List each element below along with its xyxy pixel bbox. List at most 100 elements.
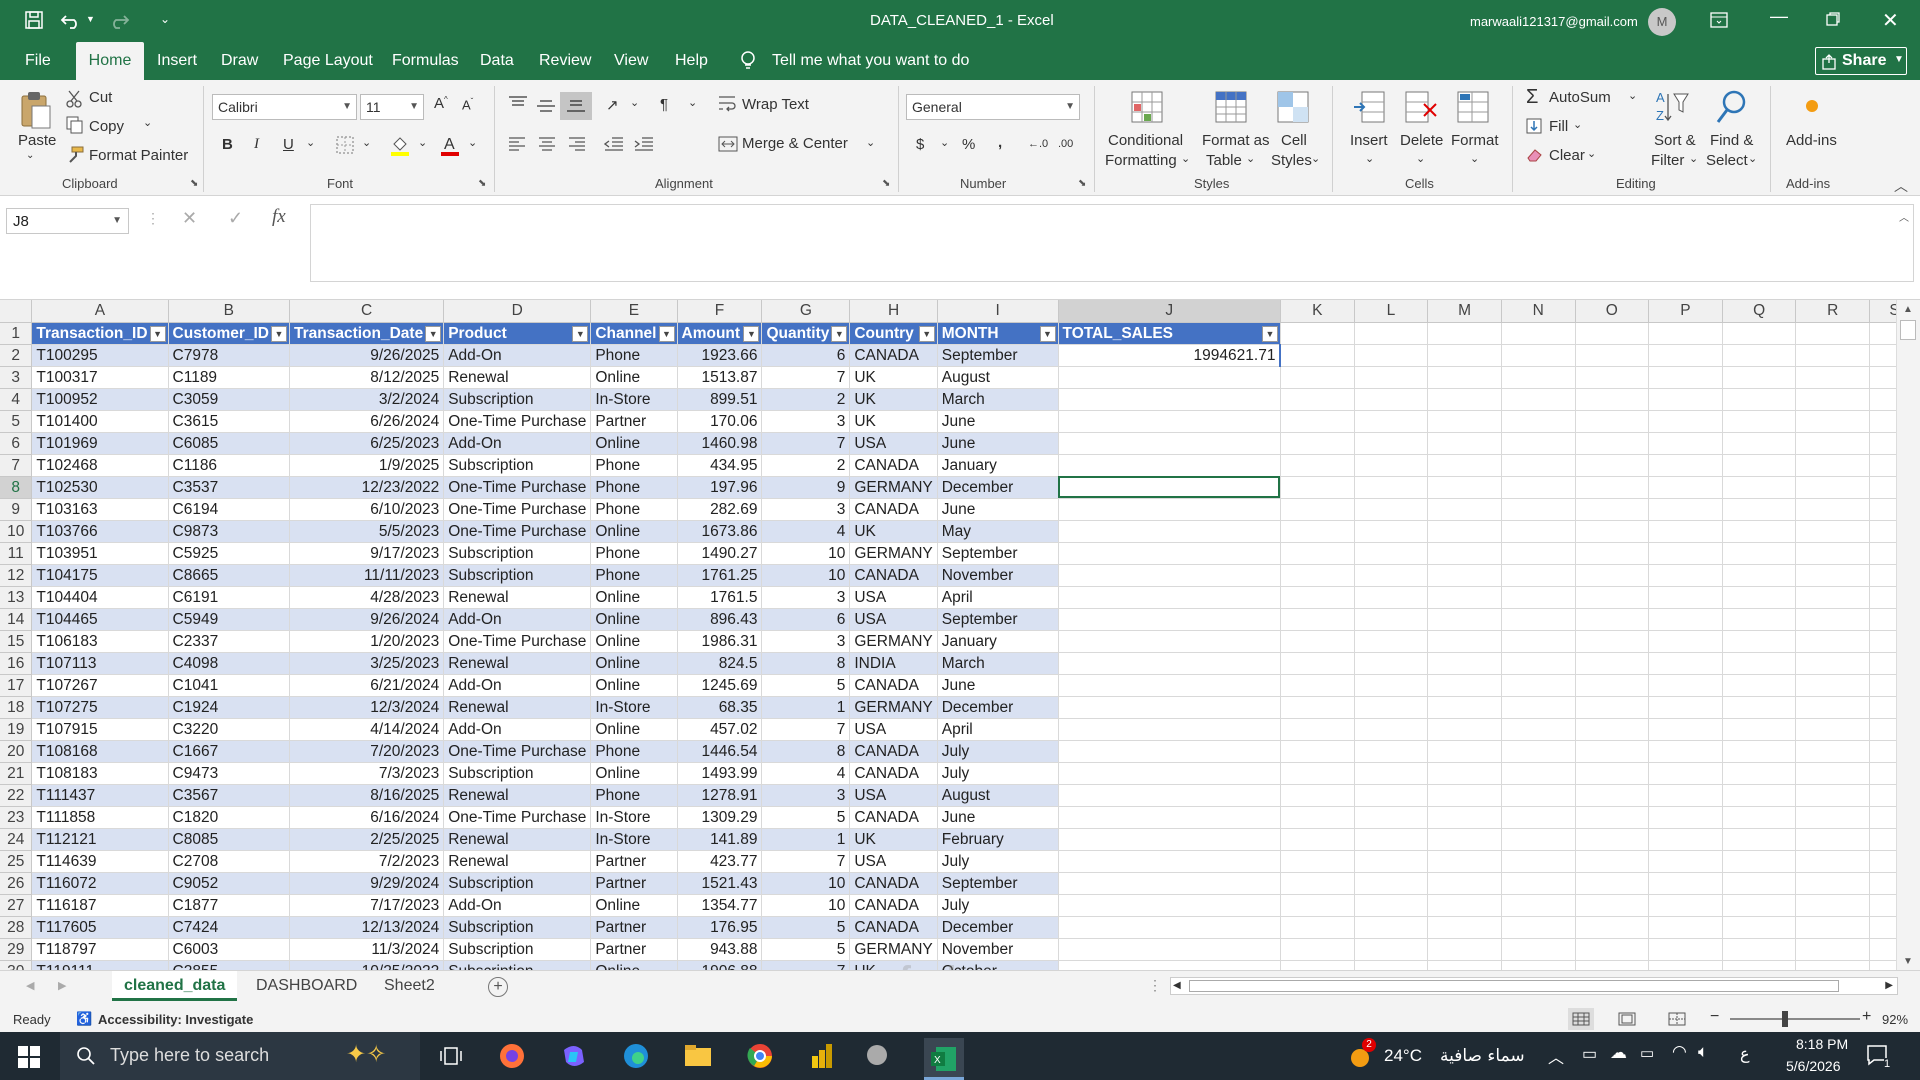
empty-cell[interactable] [1427, 476, 1502, 499]
table-cell[interactable]: 7 [761, 718, 851, 741]
empty-cell[interactable] [1648, 366, 1723, 389]
cell-styles-label-2[interactable]: Styles [1271, 152, 1312, 169]
table-cell[interactable]: 7 [761, 850, 851, 873]
tab-formulas[interactable]: Formulas [382, 42, 469, 80]
insert-cells-icon[interactable] [1352, 90, 1388, 126]
delete-cells-label[interactable]: Delete [1400, 132, 1443, 149]
scroll-down-icon[interactable]: ▼ [1903, 956, 1913, 967]
table-cell[interactable]: December [937, 916, 1059, 939]
select-all-corner[interactable] [0, 300, 33, 323]
empty-cell[interactable] [1648, 388, 1723, 411]
table-cell[interactable]: GERMANY [849, 542, 938, 565]
table-cell[interactable]: T103766 [31, 520, 169, 543]
empty-cell[interactable] [1354, 564, 1429, 587]
empty-cell[interactable] [1795, 366, 1871, 389]
scroll-right-icon[interactable]: ▶ [1885, 980, 1893, 991]
empty-cell[interactable] [1575, 542, 1650, 565]
prev-sheet-icon[interactable]: ◀ [26, 979, 34, 992]
empty-cell[interactable] [1795, 344, 1871, 367]
empty-cell[interactable] [1795, 322, 1871, 345]
empty-cell[interactable] [1722, 586, 1797, 609]
table-cell[interactable]: Online [590, 586, 678, 609]
firefox-icon[interactable] [498, 1042, 526, 1070]
empty-cell[interactable] [1722, 806, 1797, 829]
empty-cell[interactable] [1648, 806, 1723, 829]
conditional-formatting-label-2[interactable]: Formatting [1105, 152, 1177, 169]
empty-cell[interactable] [1575, 454, 1650, 477]
empty-cell[interactable] [1722, 322, 1797, 345]
table-cell[interactable]: May [937, 520, 1059, 543]
align-middle-icon[interactable] [536, 98, 556, 114]
table-cell[interactable]: One-Time Purchase [443, 806, 592, 829]
percent-icon[interactable]: % [962, 136, 975, 153]
empty-cell[interactable] [1795, 432, 1871, 455]
table-cell[interactable]: Renewal [443, 696, 592, 719]
empty-cell[interactable] [1722, 410, 1797, 433]
show-hidden-icons[interactable]: ︿ [1548, 1044, 1564, 1068]
empty-cell[interactable] [1648, 652, 1723, 675]
empty-cell[interactable] [1427, 630, 1502, 653]
row-header[interactable]: 29 [0, 938, 33, 961]
empty-cell[interactable] [1501, 938, 1576, 961]
empty-cell[interactable] [1722, 388, 1797, 411]
table-cell[interactable]: T118797 [31, 938, 169, 961]
table-cell[interactable]: 1354.77 [677, 894, 763, 917]
table-cell[interactable]: C7424 [168, 916, 291, 939]
empty-cell[interactable] [1501, 344, 1576, 367]
empty-cell[interactable] [1648, 938, 1723, 961]
empty-cell[interactable] [1354, 542, 1429, 565]
font-color-dropdown-icon[interactable]: ⌄ [468, 136, 477, 149]
total-sales-cell[interactable] [1058, 784, 1281, 807]
table-cell[interactable]: July [937, 850, 1059, 873]
font-color-icon[interactable]: A [440, 134, 460, 156]
empty-cell[interactable] [1427, 652, 1502, 675]
language-indicator[interactable]: ع [1740, 1044, 1750, 1064]
table-cell[interactable]: 2 [761, 388, 851, 411]
empty-cell[interactable] [1501, 718, 1576, 741]
onedrive-icon[interactable]: ☁ [1610, 1043, 1627, 1063]
filter-dropdown-icon[interactable]: ▼ [658, 325, 675, 342]
empty-cell[interactable] [1575, 608, 1650, 631]
empty-cell[interactable] [1501, 872, 1576, 895]
empty-cell[interactable] [1280, 586, 1355, 609]
empty-cell[interactable] [1648, 630, 1723, 653]
find-select-dropdown-icon[interactable]: ⌄ [1748, 152, 1757, 165]
empty-cell[interactable] [1575, 872, 1650, 895]
empty-cell[interactable] [1427, 850, 1502, 873]
zoom-slider[interactable] [1730, 1018, 1860, 1020]
row-header[interactable]: 4 [0, 388, 33, 411]
empty-cell[interactable] [1795, 784, 1871, 807]
empty-cell[interactable] [1354, 608, 1429, 631]
table-cell[interactable]: Partner [590, 872, 678, 895]
table-cell[interactable]: 1446.54 [677, 740, 763, 763]
table-cell[interactable]: C1186 [168, 454, 291, 477]
total-sales-cell[interactable] [1058, 960, 1281, 970]
table-cell[interactable]: 8/12/2025 [289, 366, 445, 389]
addins-label[interactable]: Add-ins [1786, 132, 1837, 149]
fill-label[interactable]: Fill [1549, 118, 1568, 135]
table-cell[interactable]: 943.88 [677, 938, 763, 961]
empty-cell[interactable] [1795, 762, 1871, 785]
empty-cell[interactable] [1354, 388, 1429, 411]
table-cell[interactable]: In-Store [590, 828, 678, 851]
empty-cell[interactable] [1280, 872, 1355, 895]
selected-cell-j8[interactable] [1058, 476, 1281, 499]
total-sales-cell[interactable] [1058, 520, 1281, 543]
empty-cell[interactable] [1427, 828, 1502, 851]
table-cell[interactable]: 7/20/2023 [289, 740, 445, 763]
page-break-view-icon[interactable] [1668, 1012, 1686, 1026]
table-cell[interactable]: In-Store [590, 388, 678, 411]
empty-cell[interactable] [1648, 674, 1723, 697]
text-direction-dropdown-icon[interactable]: ⌄ [688, 96, 697, 109]
table-cell[interactable]: 7/2/2023 [289, 850, 445, 873]
empty-cell[interactable] [1575, 322, 1650, 345]
table-cell[interactable]: 423.77 [677, 850, 763, 873]
table-cell[interactable]: In-Store [590, 806, 678, 829]
split-handle-icon[interactable]: ⋮ [1148, 977, 1162, 994]
table-cell[interactable]: Subscription [443, 938, 592, 961]
table-header-cell[interactable]: Amount ▼ [677, 322, 763, 345]
empty-cell[interactable] [1648, 454, 1723, 477]
delete-cells-icon[interactable] [1404, 90, 1440, 126]
row-header[interactable]: 14 [0, 608, 33, 631]
table-cell[interactable]: Phone [590, 784, 678, 807]
